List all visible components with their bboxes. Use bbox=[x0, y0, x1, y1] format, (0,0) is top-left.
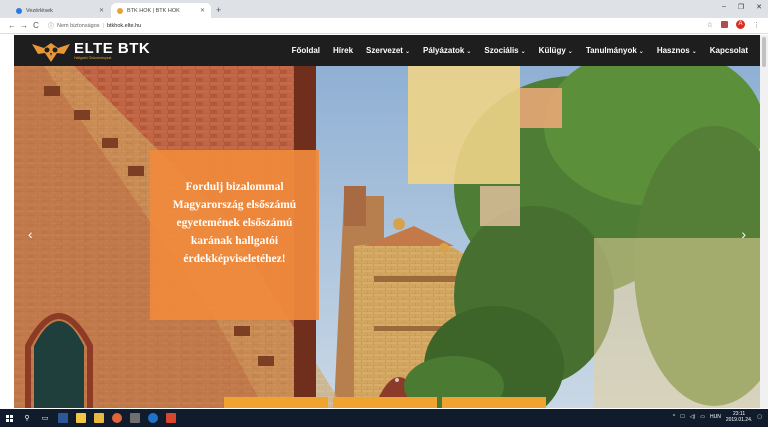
calculator-icon[interactable] bbox=[128, 411, 142, 425]
task-view-icon[interactable]: ▭ bbox=[38, 411, 52, 425]
main-menu: Főoldal Hírek Szervezet ⌄ Pályázatok ⌄ Szociál… bbox=[279, 46, 760, 55]
menu-item-szoci-lis[interactable]: Szociális ⌄ bbox=[484, 46, 525, 55]
network-icon[interactable]: ☐ bbox=[680, 414, 684, 420]
folder-icon[interactable] bbox=[92, 411, 106, 425]
slider-dot[interactable] bbox=[395, 378, 399, 382]
reload-button[interactable]: C bbox=[30, 21, 42, 30]
hero-line: karának hallgatói bbox=[190, 235, 279, 247]
extension-icon[interactable] bbox=[721, 21, 728, 28]
maximize-button[interactable]: ❐ bbox=[738, 3, 744, 11]
feature-tile[interactable] bbox=[224, 397, 328, 408]
volume-icon[interactable]: ◁) bbox=[690, 414, 696, 420]
security-label: Nem biztonságos bbox=[57, 22, 100, 29]
menu-item-label: Szervezet bbox=[366, 46, 403, 55]
menu-item-h-rek[interactable]: Hírek bbox=[333, 46, 353, 55]
forward-button[interactable]: → bbox=[18, 21, 30, 30]
browser-tab-1[interactable]: Vezérlések ✕ bbox=[10, 3, 110, 18]
feature-tile[interactable] bbox=[333, 397, 437, 408]
chevron-down-icon: ⌄ bbox=[520, 49, 526, 55]
bookmark-star-icon[interactable]: ☆ bbox=[707, 21, 713, 29]
menu-item-label: Külügy bbox=[538, 46, 566, 55]
chevron-down-icon: ⌄ bbox=[567, 49, 573, 55]
tab-close-icon[interactable]: ✕ bbox=[200, 7, 205, 14]
url-text: btkhok.elte.hu bbox=[106, 22, 142, 29]
owl-logo-icon bbox=[30, 38, 72, 64]
search-icon[interactable]: ⚲ bbox=[20, 411, 34, 425]
hero-line: egyetemének elsőszámú bbox=[176, 217, 293, 229]
chrome-icon[interactable] bbox=[110, 411, 124, 425]
info-icon[interactable]: ⓘ bbox=[48, 21, 54, 30]
scrollbar-thumb[interactable] bbox=[762, 37, 766, 67]
slider-next-arrow[interactable]: › bbox=[741, 226, 746, 242]
tray-chevron-icon[interactable]: ^ bbox=[673, 414, 675, 420]
new-tab-button[interactable]: + bbox=[216, 5, 221, 15]
tab-title: BTK HÖK | BTK HÖK bbox=[127, 7, 180, 14]
logo-title: ELTE BTK bbox=[74, 39, 151, 57]
system-tray: ^ ☐ ◁) ▭ HUN 23:11 2019.01.24. ▢ bbox=[673, 411, 762, 423]
browser-tab-strip: Vezérlések ✕ BTK HÖK | BTK HÖK ✕ + – ❐ ✕ bbox=[0, 0, 768, 18]
menu-item-label: Kapcsolat bbox=[709, 46, 748, 55]
address-separator: | bbox=[102, 22, 104, 29]
menu-item-label: Hasznos bbox=[656, 46, 690, 55]
hero-text-box: Fordulj bizalommal Magyarország elsőszámú… bbox=[150, 150, 319, 320]
slider-prev-arrow[interactable]: ‹ bbox=[28, 226, 33, 242]
hero-slider: Fordulj bizalommal Magyarország elsőszámú… bbox=[14, 66, 760, 408]
menu-item-tanulm-nyok[interactable]: Tanulmányok ⌄ bbox=[586, 46, 644, 55]
minimize-button[interactable]: – bbox=[722, 3, 726, 11]
logo-subtitle: Hallgatói Önkormányzat bbox=[74, 55, 112, 60]
menu-item-hasznos[interactable]: Hasznos ⌄ bbox=[657, 46, 697, 55]
hero-message: Fordulj bizalommal Magyarország elsőszámú… bbox=[150, 178, 319, 268]
address-bar[interactable]: ⓘ Nem biztonságos | btkhok.elte.hu bbox=[48, 20, 141, 32]
menu-item-label: Tanulmányok bbox=[585, 46, 637, 55]
tab-close-icon[interactable]: ✕ bbox=[99, 7, 104, 14]
tab-title: Vezérlések bbox=[26, 7, 53, 14]
menu-item-label: Hírek bbox=[333, 46, 354, 55]
notifications-icon[interactable]: ▢ bbox=[757, 414, 762, 420]
window-controls: – ❐ ✕ bbox=[722, 3, 762, 11]
browser-tab-2[interactable]: BTK HÖK | BTK HÖK ✕ bbox=[111, 3, 211, 18]
toolbar-right: ☆ A ⋮ bbox=[707, 20, 760, 29]
feature-tiles bbox=[224, 397, 546, 408]
app-icon-word[interactable] bbox=[56, 411, 70, 425]
menu-item-label: Főoldal bbox=[291, 46, 321, 55]
chevron-down-icon: ⌄ bbox=[691, 49, 697, 55]
menu-item-label: Szociális bbox=[484, 46, 519, 55]
feature-tile[interactable] bbox=[442, 397, 546, 408]
close-window-button[interactable]: ✕ bbox=[756, 3, 762, 11]
app-icon-paint[interactable] bbox=[164, 411, 178, 425]
menu-item-label: Pályázatok bbox=[423, 46, 465, 55]
browser-toolbar: ← → C ⓘ Nem biztonságos | btkhok.elte.hu… bbox=[0, 18, 768, 34]
site-logo[interactable]: ELTE BTK Hallgatói Önkormányzat bbox=[14, 38, 204, 64]
hero-line: érdekképviseletéhez! bbox=[183, 253, 286, 265]
app-icon-notes[interactable] bbox=[74, 411, 88, 425]
clock[interactable]: 23:11 2019.01.24. bbox=[726, 411, 752, 423]
tab-favicon-icon bbox=[16, 7, 22, 14]
chevron-down-icon: ⌄ bbox=[404, 49, 410, 55]
chevron-down-icon: ⌄ bbox=[638, 49, 644, 55]
site-header: ELTE BTK Hallgatói Önkormányzat Főoldal H… bbox=[14, 35, 760, 66]
edge-icon[interactable] bbox=[146, 411, 160, 425]
screen: Vezérlések ✕ BTK HÖK | BTK HÖK ✕ + – ❐ ✕… bbox=[0, 0, 768, 427]
menu-item-p-ly-zatok[interactable]: Pályázatok ⌄ bbox=[423, 46, 471, 55]
start-button[interactable] bbox=[0, 414, 18, 422]
windows-logo-icon bbox=[5, 414, 13, 422]
tab-favicon-icon bbox=[117, 7, 123, 14]
keyboard-icon[interactable]: ▭ bbox=[700, 414, 705, 420]
input-language[interactable]: HUN bbox=[710, 414, 721, 420]
page-scrollbar[interactable] bbox=[760, 35, 768, 408]
hero-line: Fordulj bizalommal bbox=[185, 181, 284, 193]
back-button[interactable]: ← bbox=[6, 21, 18, 30]
menu-item-f-oldal[interactable]: Főoldal bbox=[292, 46, 320, 55]
profile-avatar[interactable]: A bbox=[736, 20, 745, 29]
browser-menu-icon[interactable]: ⋮ bbox=[753, 21, 760, 29]
windows-taskbar: ⚲ ▭ ^ ☐ ◁) ▭ HUN 23:11 2019.01.24. ▢ bbox=[0, 409, 768, 427]
menu-item-k-l-gy[interactable]: Külügy ⌄ bbox=[539, 46, 573, 55]
hero-line: Magyarország elsőszámú bbox=[172, 199, 297, 211]
hero-background-image bbox=[14, 66, 760, 408]
chevron-down-icon: ⌄ bbox=[466, 49, 472, 55]
logo-text: ELTE BTK Hallgatói Önkormányzat bbox=[74, 41, 150, 61]
clock-date: 2019.01.24. bbox=[725, 417, 753, 423]
menu-item-szervezet[interactable]: Szervezet ⌄ bbox=[366, 46, 410, 55]
menu-item-kapcsolat[interactable]: Kapcsolat bbox=[710, 46, 748, 55]
